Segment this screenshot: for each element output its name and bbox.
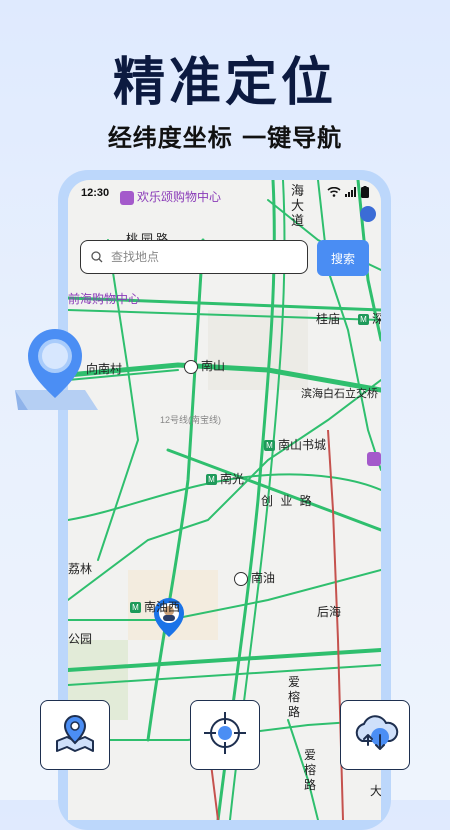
poi-mall-top-label: 欢乐颂购物中心 — [137, 190, 222, 204]
cloud-sync-icon — [350, 711, 400, 760]
map-label-nanshan-bookcity-text: 南山书城 — [278, 438, 327, 452]
map-label-da2: 大 — [370, 784, 381, 798]
crosshair-locate-button[interactable] — [190, 700, 260, 770]
map-label-chuangye-road: 创 业 路 — [261, 494, 314, 508]
map-label-nanyou-text: 南油 — [251, 571, 276, 585]
metro-icon: M — [130, 602, 141, 614]
map-label-houhai: 后海 — [317, 605, 342, 619]
map-label-park: 公园 — [68, 632, 93, 646]
status-icons — [327, 186, 369, 201]
map-label-nanguang-text: 南光 — [220, 472, 245, 486]
map-label-shen: M深 — [358, 310, 381, 327]
metro-icon: M — [264, 440, 275, 452]
shopping-bag-icon — [120, 190, 134, 205]
map-label-nanguang: M 南光 — [206, 470, 244, 487]
map-location-button[interactable] — [40, 700, 110, 770]
graduation-cap-icon[interactable] — [360, 206, 376, 222]
poi-mall-top: 欢乐颂购物中心 — [120, 188, 221, 205]
wifi-icon — [327, 186, 341, 200]
map-label-nanshan-text: 南山 — [201, 359, 226, 373]
map-label-lilin: 荔林 — [68, 562, 93, 576]
metro-icon: M — [358, 314, 369, 326]
signal-icon — [345, 187, 357, 200]
headline: 精准定位 — [112, 53, 337, 113]
map-label-binhai-bridge: 滨海白石立交桥 — [301, 388, 378, 400]
battery-icon — [361, 186, 369, 201]
map-location-icon — [53, 711, 97, 760]
map-label-nanyou: 南油 — [234, 569, 275, 586]
map-label-nanshan: 南山 — [184, 357, 225, 374]
cloud-sync-button[interactable] — [340, 700, 410, 770]
transfer-station-icon — [184, 359, 198, 374]
map-label-aiyu-road-2: 爱榕路 — [304, 748, 317, 792]
search-icon — [91, 251, 103, 263]
metro-icon: M — [206, 474, 217, 486]
map-label-guimiao: 桂庙 — [316, 312, 341, 326]
map-label-qianhai-mall: 前海购物中心 — [68, 292, 141, 306]
crosshair-icon — [201, 709, 249, 762]
search-button[interactable]: 搜索 — [317, 240, 369, 276]
map-label-shen-text: 深 — [372, 312, 381, 326]
map-label-nanyouxi: M 南油西 — [130, 598, 180, 615]
search-box[interactable] — [80, 240, 308, 274]
search-input[interactable] — [109, 249, 303, 265]
location-pin-icon — [10, 318, 100, 414]
status-time: 12:30 — [81, 187, 110, 199]
transfer-station-icon — [234, 571, 248, 586]
status-bar: 12:30 — [68, 180, 381, 208]
map-label-aiyu-road-1: 爱榕路 — [288, 675, 301, 719]
subheadline: 经纬度坐标 一键导航 — [107, 124, 343, 152]
map-label-nanyouxi-text: 南油西 — [144, 600, 181, 614]
map-label-dao: 道 — [291, 213, 305, 228]
map-label-nanshan-bookcity: M 南山书城 — [264, 436, 326, 453]
map-label-line12: 12号线(南宝线) — [160, 415, 222, 425]
shopping-bag-icon — [367, 452, 381, 466]
